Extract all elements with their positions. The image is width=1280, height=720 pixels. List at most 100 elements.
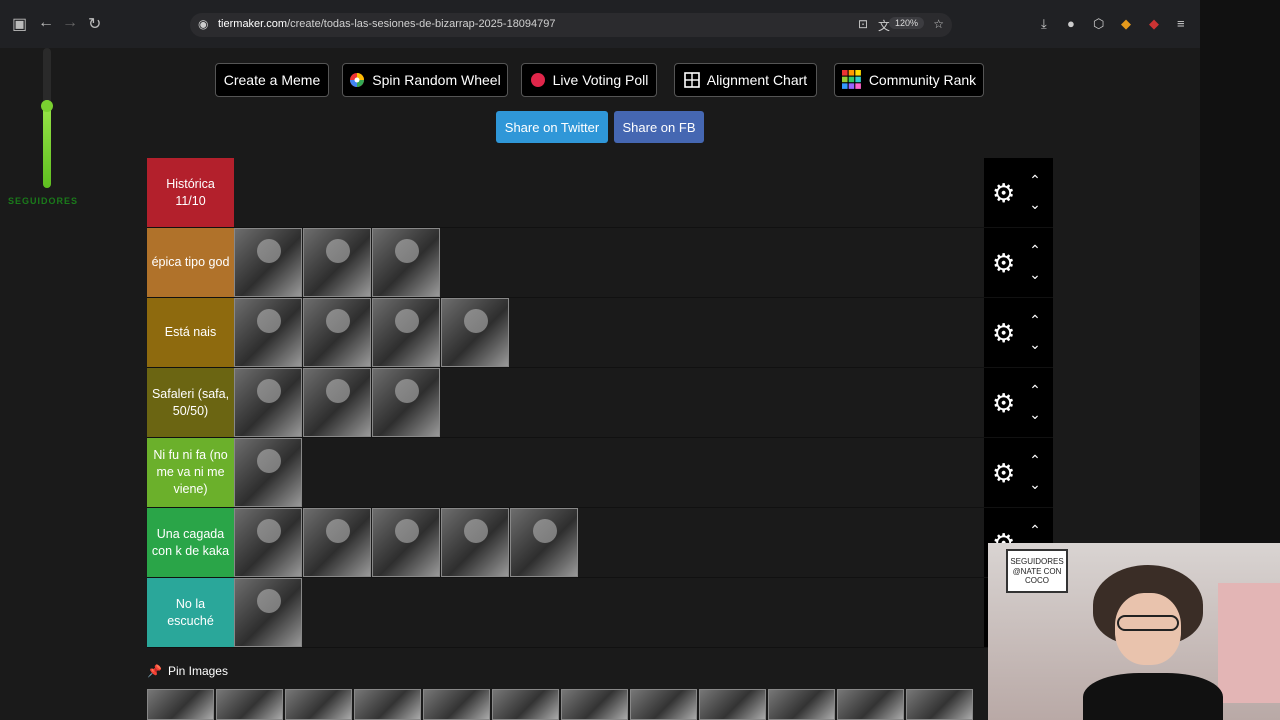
- tier-row: Está nais ⚙ ⌃ ⌄: [147, 298, 1053, 368]
- tier-item-image[interactable]: [234, 578, 302, 647]
- create-meme-button[interactable]: Create a Meme: [215, 63, 329, 97]
- tier-items[interactable]: [234, 578, 984, 647]
- tab-menu-icon[interactable]: ▣: [12, 14, 27, 34]
- tier-item-image[interactable]: [303, 508, 371, 577]
- gear-icon[interactable]: ⚙: [992, 318, 1015, 349]
- extensions-icon[interactable]: ⬡: [1093, 16, 1104, 32]
- forward-icon[interactable]: →: [62, 14, 78, 32]
- spin-wheel-icon: [350, 73, 365, 87]
- chevron-up-icon[interactable]: ⌃: [1028, 518, 1042, 542]
- tier-label[interactable]: Safaleri (safa, 50/50): [147, 368, 234, 437]
- tier-item-image[interactable]: [510, 508, 578, 577]
- chevron-down-icon[interactable]: ⌄: [1028, 402, 1042, 426]
- back-icon[interactable]: ←: [38, 14, 54, 32]
- extension-icon[interactable]: ◆: [1121, 16, 1131, 32]
- chevron-down-icon[interactable]: ⌄: [1028, 192, 1042, 216]
- spin-wheel-label: Spin Random Wheel: [372, 72, 501, 88]
- tier-item-image[interactable]: [234, 298, 302, 367]
- tier-items[interactable]: [234, 228, 984, 297]
- tier-items[interactable]: [234, 438, 984, 507]
- share-twitter-button[interactable]: Share on Twitter: [496, 111, 608, 143]
- tier-items[interactable]: [234, 508, 984, 577]
- tier-item-image[interactable]: [441, 298, 509, 367]
- pool-item-image[interactable]: [906, 689, 973, 720]
- pin-images-label: Pin Images: [167, 664, 228, 678]
- pool-item-image[interactable]: [354, 689, 421, 720]
- pool-item-image[interactable]: [216, 689, 283, 720]
- chevron-up-icon[interactable]: ⌃: [1028, 448, 1042, 472]
- chevron-down-icon[interactable]: ⌄: [1028, 472, 1042, 496]
- tier-item-image[interactable]: [303, 298, 371, 367]
- tier-items[interactable]: [234, 158, 984, 227]
- tier-item-image[interactable]: [441, 508, 509, 577]
- tier-items[interactable]: [234, 368, 984, 437]
- tier-item-image[interactable]: [372, 508, 440, 577]
- translate-icon[interactable]: 文: [878, 17, 890, 34]
- tier-item-image[interactable]: [303, 228, 371, 297]
- webcam-overlay: SEGUIDORES @NATE CON COCO: [988, 543, 1280, 720]
- spin-wheel-button[interactable]: Spin Random Wheel: [342, 63, 508, 97]
- pool-item-image[interactable]: [561, 689, 628, 720]
- tier-label[interactable]: No la escuché: [147, 578, 234, 647]
- pool-item-image[interactable]: [492, 689, 559, 720]
- tier-controls: ⚙ ⌃⌄: [984, 228, 1053, 297]
- streamer: [1083, 565, 1223, 720]
- tier-item-image[interactable]: [234, 368, 302, 437]
- profile-icon[interactable]: ●: [1067, 16, 1075, 31]
- chevron-up-icon[interactable]: ⌃: [1028, 378, 1042, 402]
- tier-label[interactable]: Una cagada con k de kaka: [147, 508, 234, 577]
- tier-item-image[interactable]: [234, 438, 302, 507]
- gear-icon[interactable]: ⚙: [992, 248, 1015, 279]
- lock-icon[interactable]: ◉: [198, 17, 208, 31]
- tier-label[interactable]: Está nais: [147, 298, 234, 367]
- gear-icon[interactable]: ⚙: [992, 178, 1015, 209]
- pool-item-image[interactable]: [147, 689, 214, 720]
- tier-item-image[interactable]: [372, 368, 440, 437]
- chevron-down-icon[interactable]: ⌄: [1028, 332, 1042, 356]
- reload-icon[interactable]: ↻: [88, 14, 101, 34]
- url-text: tiermaker.com/create/todas-las-sesiones-…: [218, 18, 556, 30]
- pool-item-image[interactable]: [699, 689, 766, 720]
- tier-controls: ⚙ ⌃⌄: [984, 298, 1053, 367]
- menu-icon[interactable]: ≡: [1177, 16, 1185, 31]
- extension-icon[interactable]: ◆: [1149, 16, 1159, 32]
- gear-icon[interactable]: ⚙: [992, 388, 1015, 419]
- pool-item-image[interactable]: [768, 689, 835, 720]
- gear-icon[interactable]: ⚙: [992, 458, 1015, 489]
- tier-row: Histórica 11/10 ⚙ ⌃ ⌄: [147, 158, 1053, 228]
- pin-images-toggle[interactable]: 📌 Pin Images: [147, 664, 228, 678]
- tier-items[interactable]: [234, 298, 984, 367]
- tier-item-image[interactable]: [372, 298, 440, 367]
- chevron-up-icon[interactable]: ⌃: [1028, 238, 1042, 262]
- tier-label[interactable]: Ni fu ni fa (no me va ni me viene): [147, 438, 234, 507]
- share-facebook-button[interactable]: Share on FB: [614, 111, 704, 143]
- pool-item-image[interactable]: [630, 689, 697, 720]
- install-icon[interactable]: ⊡: [858, 17, 868, 31]
- star-icon[interactable]: ☆: [933, 17, 944, 31]
- tier-move-arrows: ⌃⌄: [1028, 168, 1042, 216]
- community-rank-button[interactable]: Community Rank: [834, 63, 984, 97]
- meter-label: SEGUIDORES: [8, 196, 79, 206]
- chevron-up-icon[interactable]: ⌃: [1028, 308, 1042, 332]
- streamer-glasses: [1117, 615, 1179, 631]
- tier-item-image[interactable]: [372, 228, 440, 297]
- alignment-chart-button[interactable]: Alignment Chart: [674, 63, 817, 97]
- tier-item-image[interactable]: [303, 368, 371, 437]
- pool-item-image[interactable]: [285, 689, 352, 720]
- chevron-up-icon[interactable]: ⌃: [1028, 168, 1042, 192]
- live-poll-button[interactable]: Live Voting Poll: [521, 63, 657, 97]
- pool-item-image[interactable]: [423, 689, 490, 720]
- tier-label[interactable]: épica tipo god: [147, 228, 234, 297]
- address-bar[interactable]: ◉ tiermaker.com/create/todas-las-sesione…: [190, 13, 952, 37]
- meter-knob: [41, 100, 53, 112]
- create-meme-label: Create a Meme: [223, 72, 321, 88]
- tier-item-image[interactable]: [234, 228, 302, 297]
- tier-label[interactable]: Histórica 11/10: [147, 158, 234, 227]
- download-icon[interactable]: ⤓: [1041, 16, 1047, 32]
- tier-row: Safaleri (safa, 50/50) ⚙ ⌃ ⌄: [147, 368, 1053, 438]
- tier-item-image[interactable]: [234, 508, 302, 577]
- chevron-down-icon[interactable]: ⌄: [1028, 262, 1042, 286]
- community-grid-icon: [841, 70, 861, 89]
- zoom-level[interactable]: 120%: [888, 17, 924, 29]
- pool-item-image[interactable]: [837, 689, 904, 720]
